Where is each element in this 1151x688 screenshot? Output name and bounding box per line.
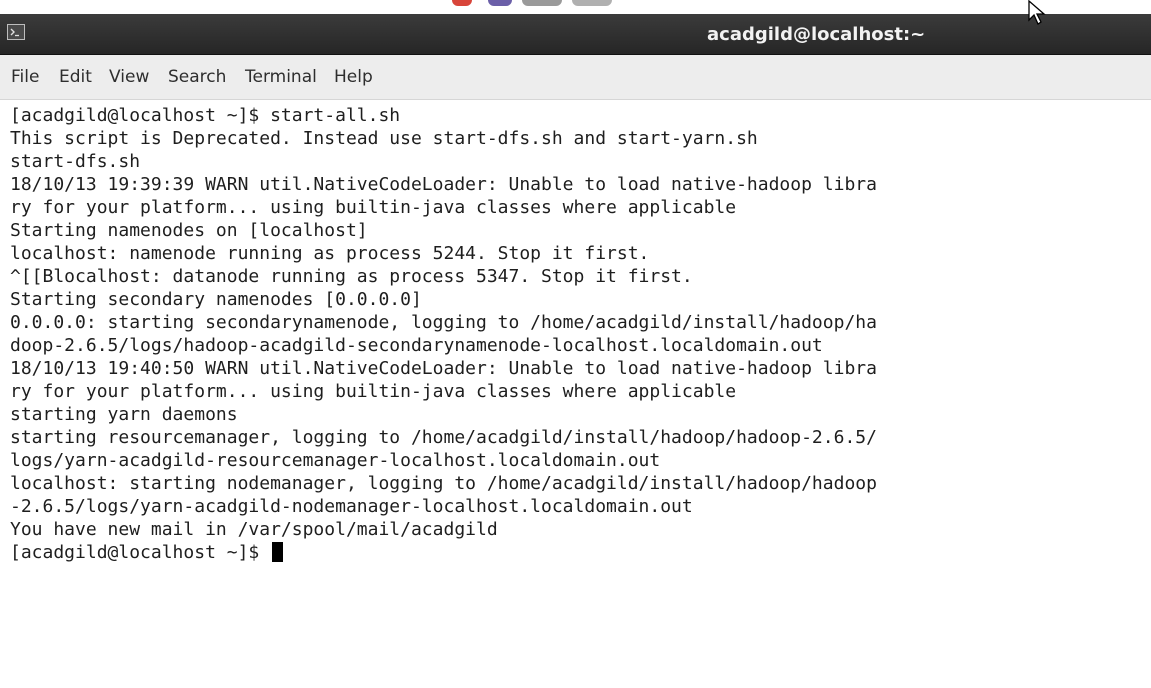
terminal-line: start-dfs.sh — [10, 151, 141, 172]
terminal-line: Starting namenodes on [localhost] — [10, 220, 368, 241]
terminal-line: ry for your platform... using builtin-ja… — [10, 381, 737, 402]
terminal-line: localhost: namenode running as process 5… — [10, 243, 650, 264]
terminal-line: ^[[Blocalhost: datanode running as proce… — [10, 266, 693, 287]
terminal-line: 18/10/13 19:40:50 WARN util.NativeCodeLo… — [10, 358, 877, 379]
mouse-pointer-icon — [1027, 0, 1049, 30]
terminal-line: 0.0.0.0: starting secondarynamenode, log… — [10, 312, 877, 333]
shell-prompt: [acadgild@localhost ~]$ — [10, 542, 271, 563]
menu-help[interactable]: Help — [334, 67, 373, 87]
terminal-line: starting resourcemanager, logging to /ho… — [10, 427, 877, 448]
menu-terminal[interactable]: Terminal — [245, 67, 317, 87]
terminal-line: [acadgild@localhost ~]$ start-all.sh — [10, 105, 401, 126]
terminal-line: starting yarn daemons — [10, 404, 238, 425]
menu-search[interactable]: Search — [168, 67, 226, 87]
menu-file[interactable]: File — [11, 67, 39, 87]
terminal-window: acadgild@localhost:~ File Edit View Sear… — [0, 0, 1151, 688]
terminal-line: Starting secondary namenodes [0.0.0.0] — [10, 289, 422, 310]
menu-bar: File Edit View Search Terminal Help — [0, 55, 1151, 100]
terminal-line: localhost: starting nodemanager, logging… — [10, 473, 877, 494]
desktop-decoration — [572, 0, 612, 6]
terminal-line: This script is Deprecated. Instead use s… — [10, 128, 758, 149]
terminal-line: logs/yarn-acadgild-resourcemanager-local… — [10, 450, 661, 471]
terminal-line: ry for your platform... using builtin-ja… — [10, 197, 737, 218]
terminal-line: -2.6.5/logs/yarn-acadgild-nodemanager-lo… — [10, 496, 693, 517]
desktop-decoration — [452, 0, 472, 6]
window-title: acadgild@localhost:~ — [707, 24, 926, 45]
terminal-line: doop-2.6.5/logs/hadoop-acadgild-secondar… — [10, 335, 823, 356]
text-cursor — [272, 542, 284, 562]
menu-edit[interactable]: Edit — [59, 67, 92, 87]
menu-view[interactable]: View — [109, 67, 149, 87]
desktop-strip — [0, 0, 1151, 14]
title-bar[interactable]: acadgild@localhost:~ — [0, 14, 1151, 55]
terminal-output[interactable]: [acadgild@localhost ~]$ start-all.sh Thi… — [0, 101, 1151, 688]
desktop-decoration — [522, 0, 562, 6]
terminal-line: 18/10/13 19:39:39 WARN util.NativeCodeLo… — [10, 174, 877, 195]
desktop-decoration — [488, 0, 512, 6]
terminal-line: You have new mail in /var/spool/mail/aca… — [10, 519, 498, 540]
prompt-line[interactable]: [acadgild@localhost ~]$ — [10, 542, 284, 564]
terminal-icon — [7, 24, 25, 40]
